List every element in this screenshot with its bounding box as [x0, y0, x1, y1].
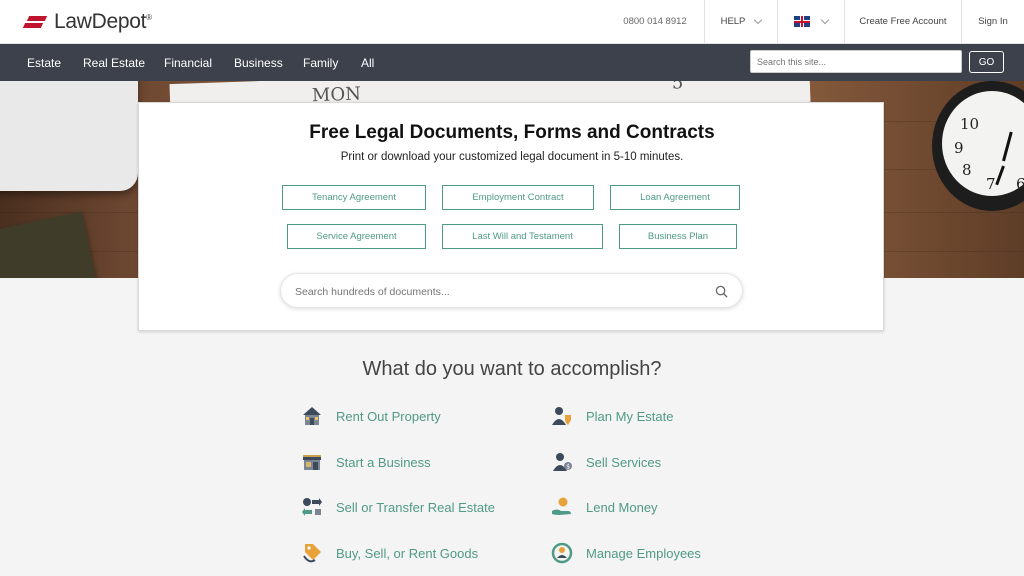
hero-card: Free Legal Documents, Forms and Contract…	[138, 102, 884, 331]
chevron-down-icon	[754, 15, 763, 25]
goal-plan-my-estate[interactable]: Plan My Estate	[550, 403, 673, 429]
phone-number[interactable]: 0800 014 8912	[612, 0, 698, 43]
document-search-box	[280, 273, 743, 308]
doc-button-loan-agreement[interactable]: Loan Agreement	[610, 185, 740, 210]
goal-label: Plan My Estate	[586, 408, 674, 424]
doc-button-last-will[interactable]: Last Will and Testament	[442, 224, 603, 249]
nav-item-all[interactable]: All	[361, 44, 374, 81]
calendar-number: 5	[671, 81, 684, 94]
doc-button-business-plan[interactable]: Business Plan	[619, 224, 737, 249]
nav-item-financial[interactable]: Financial	[164, 44, 212, 81]
goal-rent-out-property[interactable]: Rent Out Property	[300, 403, 441, 429]
clock-number: 8	[962, 161, 972, 179]
goal-label: Lend Money	[586, 499, 658, 515]
person-shield-icon	[550, 404, 574, 428]
tablet-image	[0, 81, 138, 191]
logo-mark-icon	[22, 14, 48, 30]
go-button[interactable]: GO	[969, 51, 1004, 73]
doc-button-employment-contract[interactable]: Employment Contract	[442, 185, 594, 210]
document-search-input[interactable]	[295, 283, 695, 301]
nav-item-family[interactable]: Family	[303, 44, 338, 81]
nav-item-estate[interactable]: Estate	[27, 44, 61, 81]
goal-transfer-real-estate[interactable]: Sell or Transfer Real Estate	[300, 494, 495, 520]
price-tag-icon	[300, 541, 324, 565]
svg-text:$: $	[566, 464, 570, 471]
goal-lend-money[interactable]: Lend Money	[550, 494, 658, 520]
goal-start-business[interactable]: Start a Business	[300, 449, 431, 475]
uk-flag-icon	[794, 16, 810, 27]
transfer-arrows-icon	[300, 495, 324, 519]
lawdepot-logo[interactable]: LawDepot®	[22, 10, 152, 34]
goal-manage-employees[interactable]: Manage Employees	[550, 540, 701, 566]
notebook-image	[0, 211, 97, 278]
clock-number: 9	[954, 139, 964, 157]
storefront-icon	[300, 450, 324, 474]
alarm-clock-image: 10 9 8 7 6	[932, 81, 1024, 211]
clock-number: 10	[960, 115, 980, 133]
goal-label: Buy, Sell, or Rent Goods	[336, 545, 479, 561]
goal-sell-services[interactable]: $ Sell Services	[550, 449, 661, 475]
person-money-icon: $	[550, 450, 574, 474]
language-dropdown[interactable]	[778, 0, 844, 43]
site-search-input[interactable]	[750, 50, 962, 73]
help-dropdown[interactable]: HELP	[705, 0, 777, 43]
goal-label: Manage Employees	[586, 545, 701, 561]
goal-label: Sell or Transfer Real Estate	[336, 499, 495, 515]
logo-text: LawDepot®	[54, 10, 152, 33]
page-subtitle: Print or download your customized legal …	[340, 151, 684, 163]
sign-in-link[interactable]: Sign In	[962, 0, 1024, 43]
doc-button-service-agreement[interactable]: Service Agreement	[287, 224, 426, 249]
accomplish-heading: What do you want to accomplish?	[362, 358, 662, 380]
top-header: LawDepot® 0800 014 8912 HELP Create Free…	[0, 0, 1024, 44]
house-icon	[300, 404, 324, 428]
nav-item-business[interactable]: Business	[234, 44, 283, 81]
page-title: Free Legal Documents, Forms and Contract…	[309, 122, 715, 143]
goal-label: Rent Out Property	[336, 408, 441, 424]
doc-button-tenancy-agreement[interactable]: Tenancy Agreement	[282, 185, 426, 210]
main-nav: Estate Real Estate Financial Business Fa…	[0, 44, 1024, 81]
hand-coin-icon	[550, 495, 574, 519]
nav-item-real-estate[interactable]: Real Estate	[83, 44, 145, 81]
chevron-down-icon	[820, 15, 830, 25]
search-icon[interactable]	[715, 285, 728, 298]
create-account-link[interactable]: Create Free Account	[845, 0, 961, 43]
clock-number: 6	[1016, 175, 1024, 193]
goal-buy-sell-rent-goods[interactable]: Buy, Sell, or Rent Goods	[300, 540, 478, 566]
people-cycle-icon	[550, 541, 574, 565]
help-label: HELP	[720, 16, 746, 27]
goal-label: Start a Business	[336, 454, 431, 470]
goal-label: Sell Services	[586, 454, 662, 470]
